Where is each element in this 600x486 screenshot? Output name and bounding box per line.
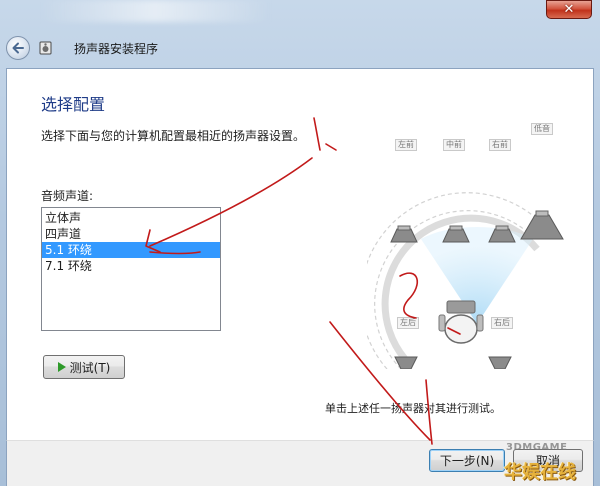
page-description: 选择下面与您的计算机配置最相近的扬声器设置。 [41, 129, 306, 143]
back-arrow-icon [12, 42, 24, 54]
page-heading: 选择配置 [41, 95, 106, 114]
back-button[interactable] [6, 36, 30, 60]
speaker-diagram: 左前 中前 右前 低音 左后 右后 [367, 119, 593, 369]
list-item-selected[interactable]: 5.1 环绕 [42, 242, 220, 258]
list-item[interactable]: 立体声 [42, 210, 220, 226]
window-title: 扬声器安装程序 [74, 42, 159, 56]
speaker-setup-icon [39, 41, 52, 55]
play-icon [57, 362, 66, 372]
subwoofer-speaker[interactable] [520, 210, 564, 240]
rear-left-speaker[interactable] [394, 356, 418, 369]
speaker-layout-drawing [367, 192, 564, 369]
window-frame: ✕ 扬声器安装程序 选择配置 选择下面与您的计算机配置最相近的扬声器设置。 音频… [0, 0, 600, 486]
test-button[interactable]: 测试(T) [43, 355, 125, 379]
center-label: 中前 [443, 139, 465, 151]
audio-channels-list[interactable]: 立体声 四声道 5.1 环绕 7.1 环绕 [41, 207, 221, 331]
front-left-speaker[interactable] [390, 225, 418, 243]
list-item[interactable]: 7.1 环绕 [42, 258, 220, 274]
front-right-label: 右前 [489, 139, 511, 151]
rear-right-label: 右后 [491, 317, 513, 329]
sound-beam [421, 227, 533, 324]
test-button-label: 测试(T) [69, 360, 111, 375]
navigation-bar: 扬声器安装程序 [0, 30, 600, 66]
content-panel: 选择配置 选择下面与您的计算机配置最相近的扬声器设置。 音频声道: 立体声 四声… [6, 68, 594, 440]
button-bar: 下一步(N) 取消 [6, 440, 594, 486]
close-icon: ✕ [563, 2, 575, 17]
next-button[interactable]: 下一步(N) [429, 449, 505, 472]
audio-channels-label: 音频声道: [41, 189, 94, 203]
rear-left-label: 左后 [397, 317, 419, 329]
close-button[interactable]: ✕ [546, 0, 592, 19]
rear-right-speaker[interactable] [488, 356, 512, 369]
cancel-button[interactable]: 取消 [513, 449, 583, 472]
front-left-label: 左前 [395, 139, 417, 151]
blurred-background [40, 0, 270, 22]
test-hint: 单击上述任一扬声器对其进行测试。 [325, 402, 501, 415]
list-item[interactable]: 四声道 [42, 226, 220, 242]
subwoofer-label: 低音 [531, 123, 553, 135]
